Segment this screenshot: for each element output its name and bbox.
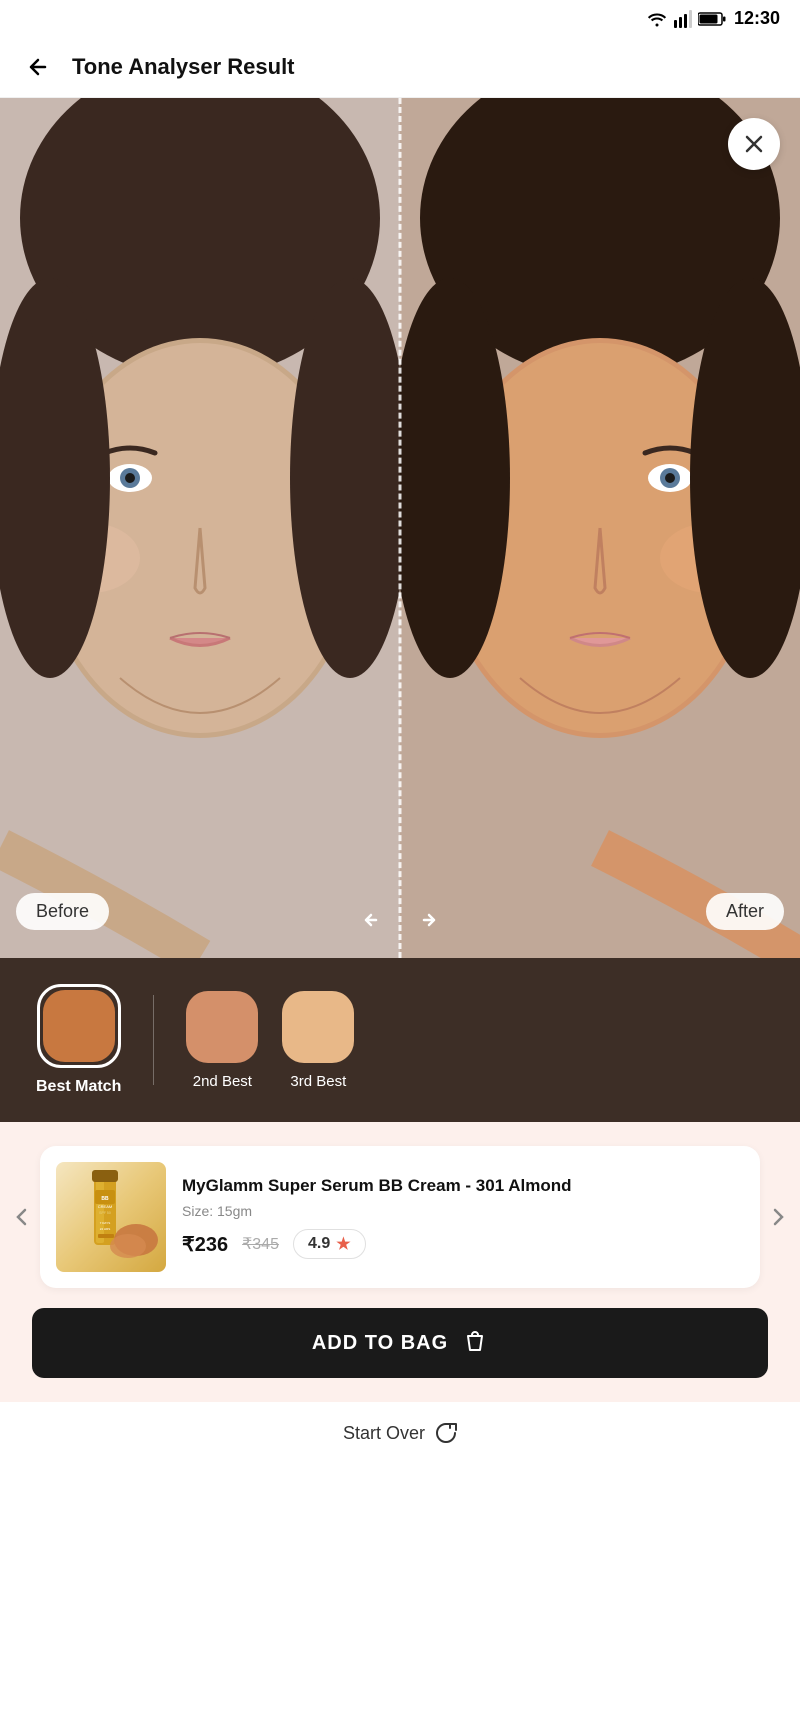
- product-info: MyGlamm Super Serum BB Cream - 301 Almon…: [182, 1175, 744, 1259]
- product-carousel: BB CREAM SPF 50 7 DAYS 24 HRS MyGlamm Su…: [16, 1146, 784, 1288]
- product-section: BB CREAM SPF 50 7 DAYS 24 HRS MyGlamm Su…: [0, 1122, 800, 1402]
- rating-value: 4.9: [308, 1235, 330, 1253]
- face-before: [0, 98, 400, 958]
- product-name: MyGlamm Super Serum BB Cream - 301 Almon…: [182, 1175, 744, 1197]
- swatches-section: Best Match 2nd Best 3rd Best: [0, 958, 800, 1122]
- current-price: ₹236: [182, 1232, 228, 1257]
- header: Tone Analyser Result: [0, 37, 800, 98]
- back-button[interactable]: [20, 49, 56, 85]
- face-after: [400, 98, 800, 958]
- wifi-icon: [646, 11, 668, 27]
- swatch-third-best[interactable]: 3rd Best: [282, 991, 354, 1090]
- add-to-bag-label: ADD TO BAG: [312, 1332, 448, 1355]
- third-best-label: 3rd Best: [290, 1073, 346, 1090]
- swatch-best-match[interactable]: Best Match: [24, 978, 133, 1102]
- carousel-prev-button[interactable]: [4, 1199, 40, 1235]
- close-button[interactable]: [728, 118, 780, 170]
- svg-text:24 HRS: 24 HRS: [100, 1227, 111, 1231]
- status-time: 12:30: [734, 8, 780, 29]
- star-icon: ★: [336, 1234, 350, 1254]
- signal-icon: [674, 10, 692, 28]
- bag-icon: [462, 1330, 488, 1356]
- best-match-color: [43, 990, 115, 1062]
- second-best-color: [186, 991, 258, 1063]
- add-to-bag-button[interactable]: ADD TO BAG: [32, 1308, 768, 1378]
- compare-divider: [399, 98, 402, 958]
- refresh-icon: [435, 1422, 457, 1444]
- svg-text:SPF 50: SPF 50: [99, 1211, 111, 1215]
- best-match-label: Best Match: [36, 1078, 121, 1096]
- battery-icon: [698, 11, 726, 27]
- svg-text:BB: BB: [101, 1196, 109, 1202]
- status-bar: 12:30: [0, 0, 800, 37]
- second-best-label: 2nd Best: [193, 1073, 252, 1090]
- start-over-label: Start Over: [343, 1423, 425, 1444]
- svg-text:7 DAYS: 7 DAYS: [100, 1221, 110, 1225]
- product-pricing: ₹236 ₹345 4.9 ★: [182, 1229, 744, 1259]
- svg-text:CREAM: CREAM: [98, 1204, 112, 1209]
- status-icons: [646, 10, 726, 28]
- third-best-color: [282, 991, 354, 1063]
- before-label: Before: [16, 893, 109, 930]
- face-compare-container[interactable]: Before After: [0, 98, 800, 958]
- page-title: Tone Analyser Result: [72, 54, 295, 80]
- product-size: Size: 15gm: [182, 1203, 744, 1219]
- carousel-next-button[interactable]: [760, 1199, 796, 1235]
- product-card: BB CREAM SPF 50 7 DAYS 24 HRS MyGlamm Su…: [40, 1146, 760, 1288]
- start-over-section[interactable]: Start Over: [0, 1402, 800, 1464]
- after-label: After: [706, 893, 784, 930]
- rating-badge: 4.9 ★: [293, 1229, 366, 1259]
- product-image: BB CREAM SPF 50 7 DAYS 24 HRS: [56, 1162, 166, 1272]
- swatch-divider-1: [153, 995, 154, 1085]
- original-price: ₹345: [242, 1234, 279, 1254]
- compare-arrows[interactable]: [364, 910, 436, 930]
- swatch-second-best[interactable]: 2nd Best: [186, 991, 258, 1090]
